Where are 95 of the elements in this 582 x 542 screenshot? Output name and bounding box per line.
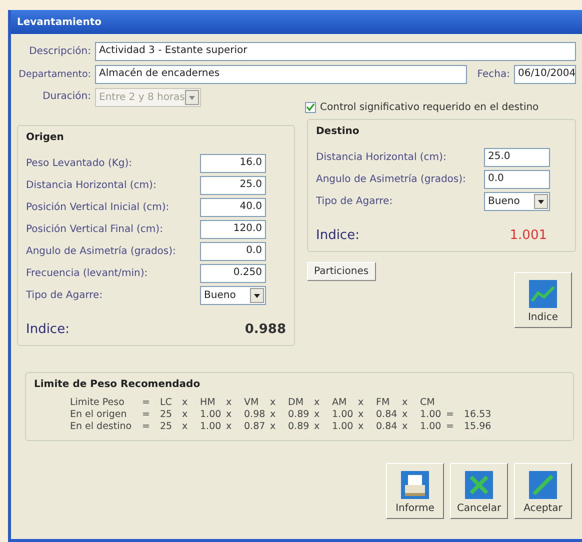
formula-term: x (402, 421, 409, 432)
formula-term: HM (200, 397, 216, 408)
control-checkbox[interactable] (305, 102, 316, 113)
formula-term: AM (332, 397, 348, 408)
formula-term: 0.87 (244, 421, 266, 432)
formula-term: x (182, 409, 189, 420)
index-label: Indice: (26, 322, 70, 337)
formula-term: VM (244, 397, 260, 408)
date-field[interactable]: 06/10/2004 (514, 65, 576, 84)
field-label: Posición Vertical Final (cm): (26, 224, 164, 235)
relations-button[interactable]: Particiones (307, 262, 376, 281)
formula-term: = (142, 397, 151, 408)
check-icon (528, 470, 558, 500)
field-label: Tipo de Agarre: (26, 290, 104, 301)
field-label: Tipo de Agarre: (316, 196, 394, 207)
formula-term: x (358, 421, 365, 432)
formula-term: x (358, 397, 365, 408)
formula-term: x (314, 421, 321, 432)
index-value: 0.988 (244, 322, 286, 337)
formula-term: = (446, 421, 455, 432)
formula-term: 1.00 (420, 409, 442, 420)
field-label: Distancia Horizontal (cm): (316, 152, 448, 163)
formula-term: x (270, 397, 277, 408)
value-field[interactable]: 0.250 (200, 264, 266, 283)
description-field[interactable]: Actividad 3 - Estante superior (95, 42, 576, 61)
formula-term: 1.00 (332, 409, 354, 420)
formula-term: DM (288, 397, 305, 408)
field-label: Posición Vertical Inicial (cm): (26, 202, 170, 213)
formula-term: 1.00 (420, 421, 442, 432)
row-label: Limite Peso (70, 397, 126, 408)
formula-term: LC (160, 397, 173, 408)
formula-term: 1.00 (200, 421, 222, 432)
formula-term: x (270, 421, 277, 432)
department-label: Departamento: (18, 69, 91, 80)
group-title: Limite de Peso Recomendado (34, 379, 202, 390)
index-button[interactable]: Indice (514, 272, 572, 328)
field-label: Angulo de Asimetría (grados): (316, 174, 467, 185)
formula-term: CM (420, 397, 436, 408)
formula-term: x (226, 397, 233, 408)
group-title: Origen (26, 132, 65, 143)
formula-term: x (314, 409, 321, 420)
formula-term: 0.89 (288, 421, 310, 432)
index-value: 1.001 (510, 228, 547, 243)
cross-icon (464, 470, 494, 500)
report-button[interactable]: Informe (386, 463, 444, 519)
formula-term: x (270, 409, 277, 420)
formula-term: FM (376, 397, 391, 408)
value-field[interactable]: 25.0 (200, 176, 266, 195)
formula-term: 0.84 (376, 421, 398, 432)
index-label: Indice: (316, 228, 360, 243)
value-field[interactable]: 40.0 (200, 198, 266, 217)
value-field[interactable]: 120.0 (200, 220, 266, 239)
field-label: Distancia Horizontal (cm): (26, 180, 158, 191)
formula-term: 25 (160, 421, 174, 432)
field-label: Angulo de Asimetría (grados): (26, 246, 177, 257)
formula-term: 1.00 (200, 409, 222, 420)
department-field[interactable]: Almacén de encadernes (95, 65, 468, 84)
cancel-button[interactable]: Cancelar (450, 463, 508, 519)
formula-term: 0.89 (288, 409, 310, 420)
field-label: Frecuencia (levant/min): (26, 268, 149, 279)
field-label: Peso Levantado (Kg): (26, 158, 134, 169)
formula-term: x (314, 397, 321, 408)
formula-term: x (358, 409, 365, 420)
value-field[interactable]: 16.0 (200, 154, 266, 173)
formula-term: x (402, 397, 409, 408)
formula-term: x (226, 421, 233, 432)
formula-term: x (226, 409, 233, 420)
formula-term: 25 (160, 409, 174, 420)
formula-term: 16.53 (464, 409, 492, 420)
formula-term: 0.98 (244, 409, 266, 420)
grip-select[interactable]: Bueno (200, 286, 266, 305)
value-field[interactable]: 25.0 (484, 148, 550, 167)
formula-term: x (182, 421, 189, 432)
formula-term: 15.96 (464, 421, 492, 432)
chart-icon (528, 279, 558, 309)
formula-term: = (446, 409, 455, 420)
formula-term: = (142, 421, 151, 432)
row-label: En el destino (70, 421, 133, 432)
description-label: Descripción: (28, 46, 91, 57)
control-label: Control significativo requerido en el destino (320, 102, 539, 113)
date-label: Fecha: (477, 69, 510, 80)
formula-term: 0.84 (376, 409, 398, 420)
value-field[interactable]: 0.0 (484, 170, 550, 189)
window-title: Levantamiento (11, 10, 582, 34)
formula-term: x (182, 397, 189, 408)
grip-select[interactable]: Bueno (484, 192, 550, 211)
formula-term: 1.00 (332, 421, 354, 432)
group-title: Destino (316, 126, 360, 137)
formula-term: x (402, 409, 409, 420)
formula-term: = (142, 409, 151, 420)
row-label: En el origen (70, 409, 128, 420)
printer-icon (400, 470, 430, 500)
value-field[interactable]: 0.0 (200, 242, 266, 261)
accept-button[interactable]: Aceptar (514, 463, 572, 519)
duration-label: Duración: (42, 91, 91, 102)
